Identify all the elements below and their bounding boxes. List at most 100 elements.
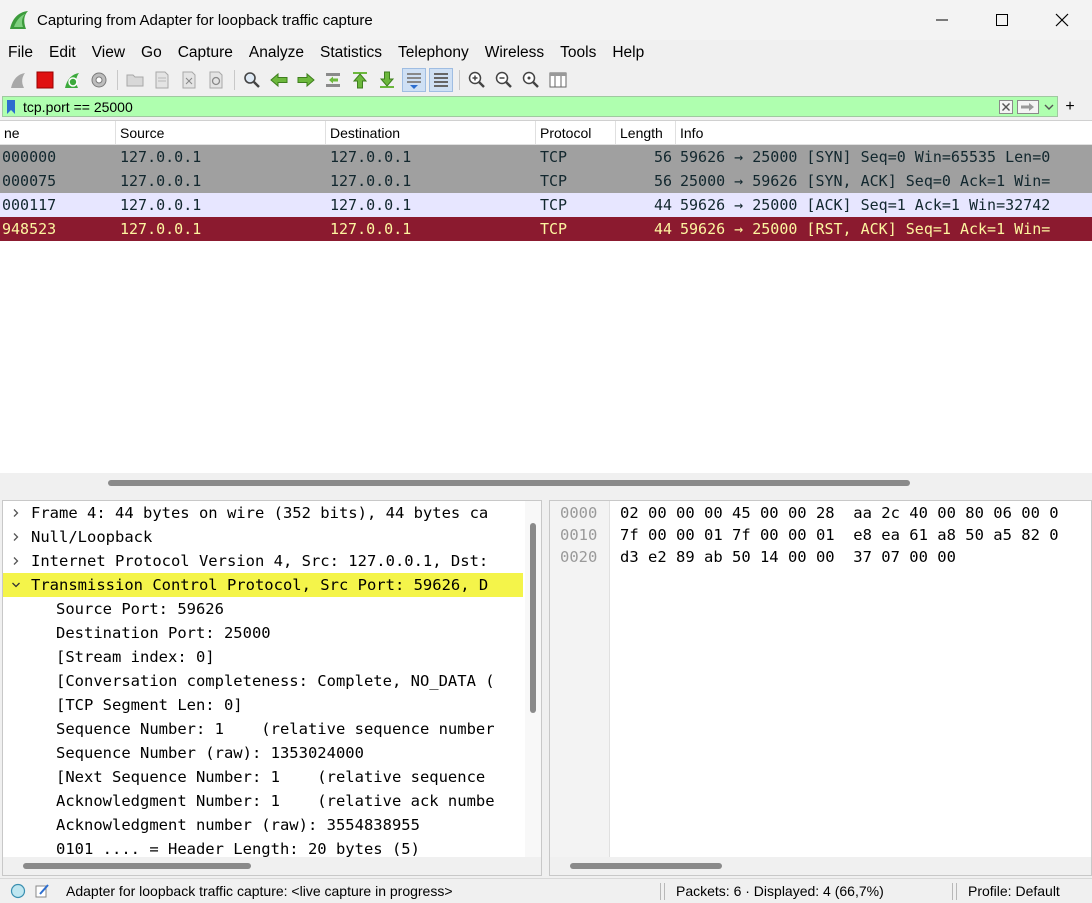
colorize-button[interactable] <box>429 68 453 92</box>
details-tree-item[interactable]: Null/Loopback <box>3 525 523 549</box>
menu-view[interactable]: View <box>84 44 133 62</box>
colorize-icon <box>434 73 448 87</box>
capture-options-button[interactable] <box>87 68 111 92</box>
menu-analyze[interactable]: Analyze <box>241 44 312 62</box>
capture-comment-icon[interactable] <box>34 883 50 899</box>
maximize-button[interactable] <box>972 0 1032 40</box>
minimize-button[interactable] <box>912 0 972 40</box>
details-vertical-scrollbar[interactable] <box>525 501 541 857</box>
details-tree-item[interactable]: [Conversation completeness: Complete, NO… <box>3 669 523 693</box>
go-first-packet-button[interactable] <box>348 68 372 92</box>
close-file-button[interactable] <box>177 68 201 92</box>
details-tree-item-label: Internet Protocol Version 4, Src: 127.0.… <box>31 552 489 570</box>
details-tree-item[interactable]: Destination Port: 25000 <box>3 621 523 645</box>
bytes-horizontal-scrollbar[interactable] <box>550 857 1091 875</box>
packet-row[interactable]: 000075 127.0.0.1 127.0.0.1 TCP 56 25000 → 596… <box>0 169 1092 193</box>
menu-edit[interactable]: Edit <box>41 44 84 62</box>
autoscroll-button[interactable] <box>402 68 426 92</box>
zoom-in-icon <box>468 71 485 88</box>
menu-help[interactable]: Help <box>604 44 652 62</box>
chevron-right-icon[interactable] <box>9 525 23 549</box>
zoom-in-button[interactable] <box>465 68 489 92</box>
details-tree-item[interactable]: [Stream index: 0] <box>3 645 523 669</box>
column-length[interactable]: Length <box>616 121 676 145</box>
go-back-button[interactable] <box>267 68 291 92</box>
details-tree-item[interactable]: Sequence Number: 1 (relative sequence nu… <box>3 717 523 741</box>
packet-row[interactable]: 948523 127.0.0.1 127.0.0.1 TCP 44 59626 → 250… <box>0 217 1092 241</box>
packet-list-horizontal-scrollbar[interactable] <box>0 473 1092 492</box>
details-tree-item[interactable]: Acknowledgment number (raw): 3554838955 <box>3 813 523 837</box>
start-capture-button[interactable] <box>6 68 30 92</box>
chevron-right-icon[interactable] <box>9 549 23 573</box>
zoom-reset-button[interactable] <box>519 68 543 92</box>
column-protocol[interactable]: Protocol <box>536 121 616 145</box>
close-icon <box>1055 13 1069 27</box>
zoom-out-button[interactable] <box>492 68 516 92</box>
display-filter-input[interactable] <box>19 97 997 116</box>
apply-filter-button[interactable] <box>1015 97 1041 116</box>
find-packet-button[interactable] <box>240 68 264 92</box>
wireshark-fin-icon <box>10 11 28 29</box>
close-button[interactable] <box>1032 0 1092 40</box>
details-tree-item[interactable]: Sequence Number (raw): 1353024000 <box>3 741 523 765</box>
bytes-hex[interactable]: 02 00 00 00 45 00 00 28 aa 2c 40 00 80 0… <box>620 502 1059 524</box>
menu-file[interactable]: File <box>0 44 41 62</box>
chevron-right-icon[interactable] <box>9 501 23 525</box>
window-controls <box>912 0 1092 40</box>
bytes-hex[interactable]: 7f 00 00 01 7f 00 00 01 e8 ea 61 a8 50 a… <box>620 524 1059 546</box>
details-tree-item[interactable]: Transmission Control Protocol, Src Port:… <box>3 573 523 597</box>
details-tree-item[interactable]: [Next Sequence Number: 1 (relative seque… <box>3 765 523 789</box>
restart-capture-button[interactable] <box>60 68 84 92</box>
open-file-button[interactable] <box>123 68 147 92</box>
scrollbar-thumb[interactable] <box>570 863 722 869</box>
go-to-packet-button[interactable] <box>321 68 345 92</box>
scrollbar-thumb[interactable] <box>23 863 251 869</box>
arrow-up-icon <box>352 72 368 89</box>
reload-file-button[interactable] <box>204 68 228 92</box>
menu-tools[interactable]: Tools <box>552 44 604 62</box>
column-destination[interactable]: Destination <box>326 121 536 145</box>
stop-capture-button[interactable] <box>33 68 57 92</box>
menu-wireless[interactable]: Wireless <box>477 44 552 62</box>
column-info[interactable]: Info <box>676 121 1092 145</box>
go-last-packet-button[interactable] <box>375 68 399 92</box>
cell-length: 56 <box>653 172 672 190</box>
status-separator <box>952 883 953 900</box>
menu-go[interactable]: Go <box>133 44 170 62</box>
details-tree-item[interactable]: Acknowledgment Number: 1 (relative ack n… <box>3 789 523 813</box>
menu-capture[interactable]: Capture <box>170 44 241 62</box>
menu-telephony[interactable]: Telephony <box>390 44 477 62</box>
cell-time: 948523 <box>2 220 57 238</box>
profile-text[interactable]: Profile: Default <box>968 879 1060 903</box>
details-tree-item[interactable]: Internet Protocol Version 4, Src: 127.0.… <box>3 549 523 573</box>
cell-protocol: TCP <box>540 172 568 190</box>
go-forward-button[interactable] <box>294 68 318 92</box>
details-horizontal-scrollbar[interactable] <box>3 857 541 875</box>
save-file-button[interactable] <box>150 68 174 92</box>
scrollbar-thumb[interactable] <box>530 523 536 713</box>
clear-filter-button[interactable] <box>997 97 1015 116</box>
expert-info-icon[interactable] <box>10 883 26 899</box>
packet-row[interactable]: 000117 127.0.0.1 127.0.0.1 TCP 44 59626 → 250… <box>0 193 1092 217</box>
chevron-down-icon[interactable] <box>9 573 23 597</box>
pane-splitter[interactable] <box>0 492 1092 500</box>
packet-row[interactable]: 000000 127.0.0.1 127.0.0.1 TCP 56 59626 → 250… <box>0 145 1092 169</box>
resize-columns-button[interactable] <box>546 68 570 92</box>
details-tree-item-label: Source Port: 59626 <box>56 600 224 618</box>
column-source[interactable]: Source <box>116 121 326 145</box>
details-tree-item[interactable]: [TCP Segment Len: 0] <box>3 693 523 717</box>
details-tree-item[interactable]: Source Port: 59626 <box>3 597 523 621</box>
details-tree-item[interactable]: Frame 4: 44 bytes on wire (352 bits), 44… <box>3 501 523 525</box>
column-time[interactable]: ne <box>0 121 116 145</box>
filter-history-dropdown[interactable] <box>1041 97 1057 116</box>
filter-bookmark-button[interactable] <box>3 97 19 116</box>
menu-statistics[interactable]: Statistics <box>312 44 390 62</box>
scrollbar-thumb[interactable] <box>108 480 910 486</box>
cell-source: 127.0.0.1 <box>120 196 202 214</box>
status-separator <box>664 883 665 900</box>
cell-protocol: TCP <box>540 148 568 166</box>
bytes-hex[interactable]: d3 e2 89 ab 50 14 00 00 37 07 00 00 <box>620 546 956 568</box>
packet-list: ne Source Destination Protocol Length In… <box>0 120 1092 492</box>
add-filter-button[interactable]: + <box>1060 96 1080 117</box>
details-tree-item-label: [TCP Segment Len: 0] <box>56 696 243 714</box>
